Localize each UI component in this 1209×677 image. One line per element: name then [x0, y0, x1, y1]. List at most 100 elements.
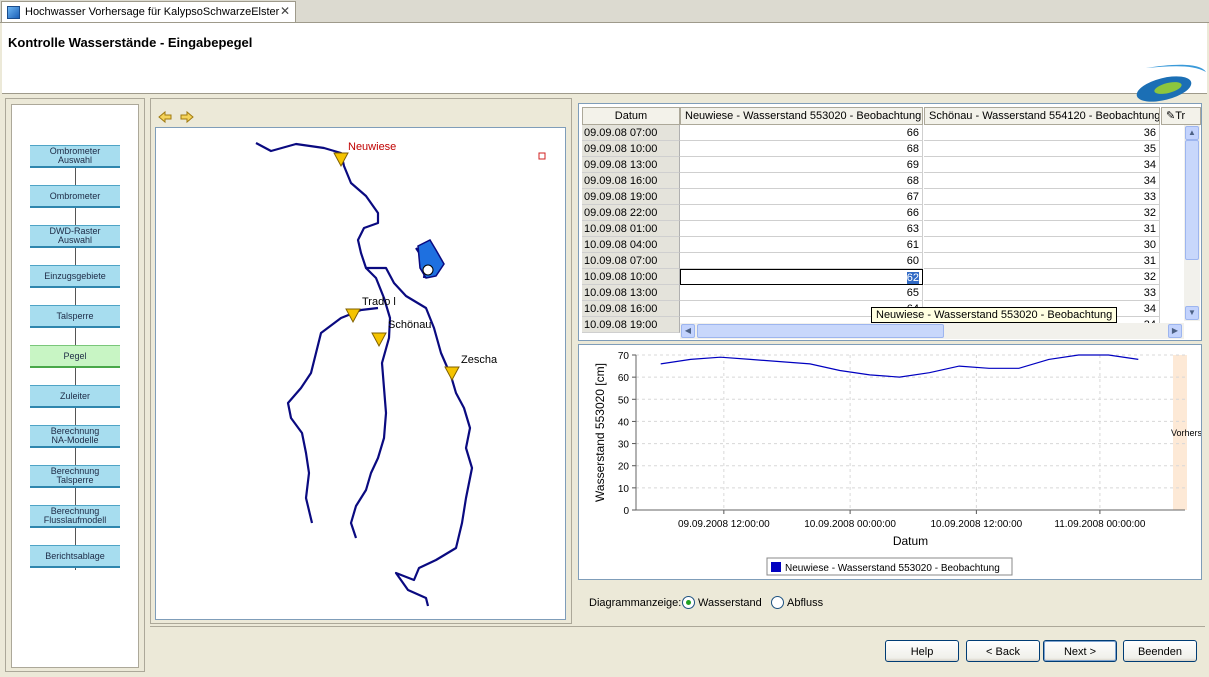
vertical-scrollbar[interactable]: ▲ ▼ — [1184, 125, 1200, 321]
table-cell-schoenau[interactable]: 33 — [924, 285, 1160, 301]
gauge-label-zescha: Zescha — [461, 354, 498, 366]
table-cell-date[interactable]: 09.09.08 16:00 — [582, 173, 680, 189]
editor-tab[interactable]: Hochwasser Vorhersage für KalypsoSchwarz… — [1, 1, 296, 22]
help-button[interactable]: Help — [885, 640, 959, 662]
table-cell-date[interactable]: 10.09.08 07:00 — [582, 253, 680, 269]
table-cell-neuwiese[interactable]: 65 — [680, 285, 923, 301]
table-cell-schoenau[interactable]: 33 — [924, 189, 1160, 205]
column-header-neuwiese[interactable]: Neuwiese - Wasserstand 553020 - Beobacht… — [680, 107, 923, 125]
reservoir-marker — [422, 264, 434, 276]
arrow-left-icon[interactable] — [158, 110, 172, 124]
table-cell-date[interactable]: 09.09.08 10:00 — [582, 141, 680, 157]
table-cell-date[interactable]: 09.09.08 22:00 — [582, 205, 680, 221]
data-table[interactable]: Datum Neuwiese - Wasserstand 553020 - Be… — [578, 103, 1202, 341]
gauge-zescha[interactable]: Zescha — [444, 354, 498, 382]
table-cell-date[interactable]: 09.09.08 19:00 — [582, 189, 680, 205]
table-cell-schoenau[interactable]: 31 — [924, 221, 1160, 237]
table-cell-date[interactable]: 10.09.08 13:00 — [582, 285, 680, 301]
finish-button[interactable]: Beenden — [1123, 640, 1197, 662]
scroll-up-icon[interactable]: ▲ — [1185, 126, 1199, 140]
table-cell-schoenau[interactable]: 30 — [924, 237, 1160, 253]
column-header-date[interactable]: Datum — [582, 107, 680, 125]
table-cell-date[interactable]: 10.09.08 04:00 — [582, 237, 680, 253]
workflow-step[interactable]: Berechnung Talsperre — [30, 465, 120, 488]
workflow-step[interactable]: Zuleiter — [30, 385, 120, 408]
table-cell-schoenau[interactable]: 32 — [924, 269, 1160, 285]
close-icon[interactable]: ✕ — [280, 4, 290, 18]
workflow-step[interactable]: Berechnung NA-Modelle — [30, 425, 120, 448]
radio-abfluss-label[interactable]: Abfluss — [787, 597, 823, 609]
y-tick-label: 10 — [618, 484, 630, 495]
y-tick-label: 50 — [618, 395, 630, 406]
scroll-down-icon[interactable]: ▼ — [1185, 306, 1199, 320]
table-cell-date[interactable]: 09.09.08 07:00 — [582, 125, 680, 141]
table-cell-neuwiese[interactable]: 68 — [680, 141, 923, 157]
workflow-step[interactable]: Berechnung Flusslaufmodell — [30, 505, 120, 528]
river-network — [255, 142, 474, 607]
table-cell-schoenau[interactable]: 32 — [924, 205, 1160, 221]
forecast-label: Vorhers — [1171, 428, 1201, 438]
radio-wasserstand[interactable] — [682, 596, 695, 609]
column-header-trado[interactable]: ✎Tr — [1161, 107, 1201, 125]
scroll-thumb-horizontal[interactable] — [697, 324, 944, 338]
series-line-neuwiese — [660, 354, 1139, 378]
river-map[interactable]: Neuwiese Trado l Schönau Zescha — [156, 128, 565, 619]
y-tick-label: 0 — [623, 506, 629, 517]
next-button[interactable]: Next > — [1043, 640, 1117, 662]
radio-abfluss[interactable] — [771, 596, 784, 609]
gauge-label-trado: Trado l — [362, 296, 396, 308]
radio-wasserstand-label[interactable]: Wasserstand — [698, 597, 762, 609]
gauge-label-neuwiese: Neuwiese — [348, 141, 396, 153]
back-button[interactable]: < Back — [966, 640, 1040, 662]
river-main — [255, 142, 474, 607]
table-cell-neuwiese[interactable]: 69 — [680, 157, 923, 173]
scroll-right-icon[interactable]: ▶ — [1168, 324, 1182, 338]
x-tick-label: 09.09.2008 12:00:00 — [678, 519, 770, 530]
table-cell-schoenau[interactable]: 36 — [924, 125, 1160, 141]
table-cell-date[interactable]: 10.09.08 16:00 — [582, 301, 680, 317]
gauge-schoenau[interactable]: Schönau — [371, 319, 431, 348]
bottom-separator — [150, 626, 1205, 627]
table-cell-neuwiese[interactable]: 62 — [680, 269, 923, 285]
table-cell-date[interactable]: 10.09.08 10:00 — [582, 269, 680, 285]
y-tick-label: 20 — [618, 462, 630, 473]
workflow-step[interactable]: DWD-Raster Auswahl — [30, 225, 120, 248]
app-icon — [7, 6, 20, 19]
selected-cell-value: 62 — [906, 272, 919, 284]
wizard-header: Kontrolle Wasserstände - Eingabepegel — [2, 23, 1207, 102]
gauge-neuwiese[interactable]: Neuwiese — [333, 141, 396, 168]
workflow-step[interactable]: Pegel — [30, 345, 120, 368]
table-cell-neuwiese[interactable]: 63 — [680, 221, 923, 237]
map-view[interactable]: Neuwiese Trado l Schönau Zescha — [155, 127, 566, 620]
table-cell-neuwiese[interactable]: 66 — [680, 205, 923, 221]
workflow-step[interactable]: Talsperre — [30, 305, 120, 328]
workflow-step[interactable]: Einzugsgebiete — [30, 265, 120, 288]
map-marker-box — [538, 152, 546, 160]
table-cell-neuwiese[interactable]: 68 — [680, 173, 923, 189]
scroll-left-icon[interactable]: ◀ — [681, 324, 695, 338]
tab-title: Hochwasser Vorhersage für KalypsoSchwarz… — [25, 6, 280, 18]
column-header-schoenau[interactable]: Schönau - Wasserstand 554120 - Beobachtu… — [924, 107, 1160, 125]
legend-swatch — [771, 562, 781, 572]
table-cell-neuwiese[interactable]: 67 — [680, 189, 923, 205]
y-tick-label: 60 — [618, 373, 630, 384]
table-cell-neuwiese[interactable]: 66 — [680, 125, 923, 141]
workflow-step[interactable]: Ombrometer — [30, 185, 120, 208]
table-cell-neuwiese[interactable]: 61 — [680, 237, 923, 253]
horizontal-scrollbar[interactable]: ◀ ▶ — [680, 323, 1184, 339]
table-cell-schoenau[interactable]: 34 — [924, 173, 1160, 189]
table-cell-schoenau[interactable]: 34 — [924, 157, 1160, 173]
table-cell-date[interactable]: 09.09.08 13:00 — [582, 157, 680, 173]
workflow-step[interactable]: Berichtsablage — [30, 545, 120, 568]
table-cell-schoenau[interactable]: 35 — [924, 141, 1160, 157]
table-cell-schoenau[interactable]: 31 — [924, 253, 1160, 269]
workflow-step[interactable]: Ombrometer Auswahl — [30, 145, 120, 168]
table-cell-date[interactable]: 10.09.08 19:00 — [582, 317, 680, 333]
table-cell-neuwiese[interactable]: 60 — [680, 253, 923, 269]
chart-panel[interactable]: 0 10 20 30 40 50 60 70 09.09.2008 12:00:00 10.09.… — [578, 344, 1202, 580]
scroll-thumb-vertical[interactable] — [1185, 140, 1199, 260]
arrow-right-icon[interactable] — [180, 110, 194, 124]
table-cell-date[interactable]: 10.09.08 01:00 — [582, 221, 680, 237]
water-level-chart[interactable]: 0 10 20 30 40 50 60 70 09.09.2008 12:00:00 10.09.… — [579, 345, 1201, 579]
x-tick-label: 11.09.2008 00:00:00 — [1054, 519, 1145, 530]
